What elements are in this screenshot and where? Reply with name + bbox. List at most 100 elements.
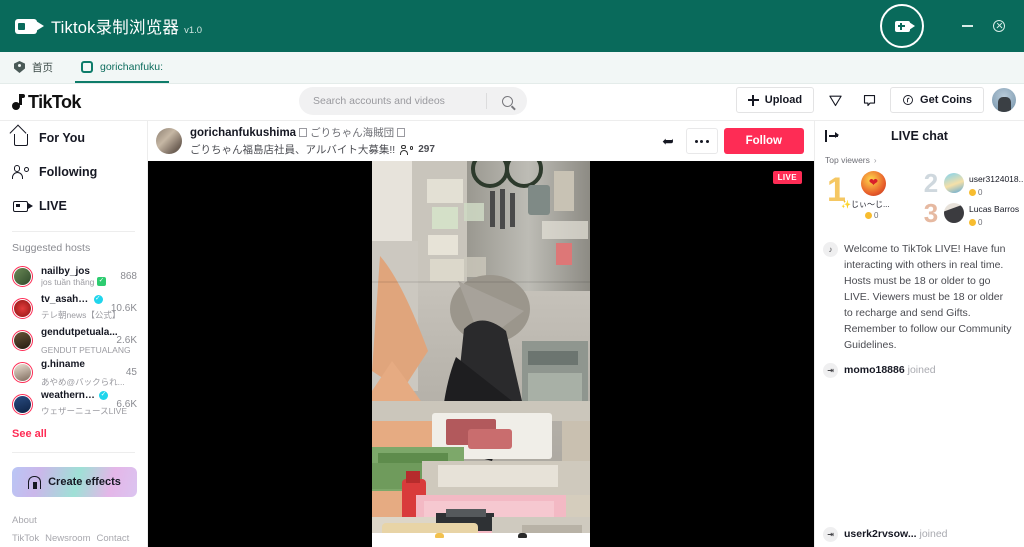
- sidebar-item-following[interactable]: Following: [0, 155, 147, 189]
- profile-avatar[interactable]: [992, 88, 1016, 112]
- gift-item[interactable]: [398, 533, 481, 538]
- record-button[interactable]: [880, 4, 924, 48]
- close-button[interactable]: [986, 13, 1012, 39]
- footer-link-about[interactable]: About TikTok: [12, 515, 39, 544]
- browser-tabstrip: 首页 gorichanfuku:: [0, 52, 1024, 84]
- app-title: Tiktok录制浏览器: [51, 19, 180, 37]
- upload-label: Upload: [764, 94, 803, 106]
- list-item[interactable]: tv_asahi_n... テレ朝news【公式】 10.6K: [0, 292, 147, 324]
- people-icon: [11, 164, 29, 181]
- rank-2[interactable]: 2 user3124018... 0: [923, 169, 1024, 197]
- app-window: Tiktok录制浏览器 v1.0 首页 gorichanfuku: TikTok: [0, 0, 1024, 547]
- tab-home-label: 首页: [32, 61, 53, 74]
- more-options-button[interactable]: [685, 128, 718, 154]
- list-item[interactable]: nailby_jos jos tuần thăng 868: [0, 260, 147, 292]
- gift-item[interactable]: [481, 533, 564, 538]
- get-coins-button[interactable]: Get Coins: [890, 87, 984, 113]
- rank-3-coins: 0: [969, 218, 1019, 227]
- rank-1[interactable]: 1 ❤ ✨じぃ～じ... 0: [823, 167, 923, 231]
- search-input[interactable]: [313, 95, 486, 107]
- tiktok-logo[interactable]: TikTok: [10, 91, 81, 113]
- video-content: [372, 161, 590, 547]
- chat-join-user-latest: userk2rvsow...: [844, 528, 917, 540]
- chat-join-suffix-latest: joined: [919, 528, 948, 540]
- list-item[interactable]: g.hiname あやめ@バックられ... 45: [0, 356, 147, 388]
- message-icon[interactable]: [856, 87, 882, 113]
- letterbox-left: [148, 161, 372, 547]
- host-count: 2.6K: [116, 334, 137, 346]
- tab-gorichanfuku[interactable]: gorichanfuku:: [67, 51, 177, 83]
- upload-button[interactable]: Upload: [735, 87, 815, 113]
- create-effects-button[interactable]: Create effects: [12, 467, 137, 497]
- host-name: tv_asahi_n...: [41, 293, 91, 305]
- search-button[interactable]: [487, 95, 527, 107]
- search-icon: [501, 95, 513, 107]
- create-effects-label: Create effects: [48, 476, 121, 488]
- host-count: 868: [120, 270, 137, 282]
- chat-title: LIVE chat: [891, 129, 948, 143]
- tab-gorichanfuku-label: gorichanfuku:: [100, 61, 164, 73]
- host-name: g.hiname: [41, 359, 85, 370]
- video-player[interactable]: LIVE: [148, 161, 814, 547]
- video-description: ごりちゃん福島店社員、アルバイト大募集!!: [190, 144, 396, 156]
- host-count: 10.6K: [110, 302, 137, 314]
- share-button[interactable]: ➥: [654, 127, 682, 155]
- host-name: weatherne...: [41, 389, 97, 401]
- verified-badge-icon: [99, 390, 109, 400]
- heart-avatar: ❤: [861, 171, 886, 196]
- minimize-button[interactable]: [954, 13, 980, 39]
- list-item[interactable]: weatherne... ウェザーニュースLIVE 6.6K: [0, 388, 147, 420]
- tiktok-wordmark: TikTok: [28, 91, 81, 112]
- tiktok-note-icon: [10, 94, 25, 111]
- video-author[interactable]: gorichanfukushima: [190, 127, 296, 139]
- rank-3-coin-count: 0: [978, 218, 983, 227]
- live-badge: LIVE: [772, 171, 802, 184]
- tab-favicon: [81, 61, 93, 73]
- join-arrow-icon: ⇥: [823, 363, 838, 378]
- host-subtitle: あやめ@バックられ...: [41, 377, 125, 387]
- home-icon: [12, 130, 29, 147]
- avatar: [12, 329, 33, 351]
- live-camera-icon: [12, 198, 33, 215]
- verified-badge-icon: [97, 276, 107, 286]
- search-box[interactable]: [299, 87, 527, 115]
- collapse-panel-icon[interactable]: [825, 130, 839, 142]
- paper-plane-icon[interactable]: [822, 87, 848, 113]
- emoji-placeholder-icon: [299, 128, 308, 137]
- sidebar-item-live-label: LIVE: [39, 199, 67, 213]
- follow-button[interactable]: Follow: [723, 128, 804, 154]
- coin-icon: [969, 219, 976, 226]
- suggested-hosts-title: Suggested hosts: [12, 242, 91, 254]
- sidebar-item-following-label: Following: [39, 165, 98, 179]
- live-chat-panel: LIVE chat Top viewers › 1 ❤ ✨じぃ～じ... 0 2: [814, 121, 1024, 547]
- tab-home[interactable]: 首页: [0, 51, 67, 83]
- host-count: 6.6K: [116, 398, 137, 410]
- list-item[interactable]: gendutpetuala... GENDUT PETUALANG 2.6K: [0, 324, 147, 356]
- get-coins-label: Get Coins: [920, 94, 972, 106]
- top-viewers-label: Top viewers: [825, 155, 870, 165]
- chevron-right-icon: ›: [873, 155, 877, 165]
- top-viewers-row[interactable]: Top viewers ›: [815, 151, 1024, 167]
- coin-icon: [903, 95, 913, 105]
- letterbox-right: [590, 161, 814, 547]
- host-name: gendutpetuala...: [41, 327, 118, 338]
- sidebar-item-live[interactable]: LIVE: [0, 189, 147, 223]
- top-viewers-podium: 1 ❤ ✨じぃ～じ... 0 2 user3124018... 0 3 Luca…: [815, 167, 1024, 231]
- rank-1-name: ✨じぃ～じ...: [841, 200, 890, 209]
- emoji-placeholder-icon: [397, 128, 406, 137]
- rank-3[interactable]: 3 Lucas Barros 0: [923, 199, 1019, 227]
- chat-header: LIVE chat: [815, 121, 1024, 151]
- host-subtitle: ウェザーニュースLIVE: [41, 405, 128, 416]
- footer-link-newsroom[interactable]: Newsroom: [45, 533, 90, 544]
- see-all-link[interactable]: See all: [0, 420, 147, 440]
- video-author-alias: ごりちゃん海賊団: [310, 127, 395, 139]
- sidebar-footer: About TikTokNewsroomContact CareersByteD…: [0, 497, 147, 547]
- rank-3-name: Lucas Barros: [969, 204, 1020, 214]
- chat-message-join-latest: ⇥ userk2rvsow... joined: [823, 526, 1016, 542]
- effect-house-icon: [28, 475, 42, 489]
- viewer-count: 297: [418, 144, 435, 155]
- avatar[interactable]: [156, 128, 182, 154]
- footer-link-contact[interactable]: Contact: [97, 533, 130, 544]
- sidebar-item-for-you[interactable]: For You: [0, 121, 147, 155]
- host-count: 45: [125, 366, 137, 378]
